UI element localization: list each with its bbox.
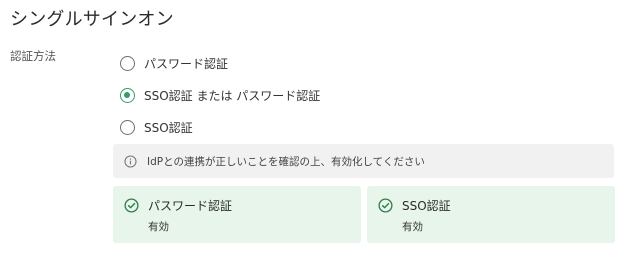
check-circle-icon [378,198,393,213]
status-card-value: 有効 [402,221,423,233]
status-card-title: パスワード認証 [148,199,233,213]
info-text: IdPとの連携が正しいことを確認の上、有効化してください [147,155,425,168]
auth-method-label: 認証方法 [10,49,56,63]
radio-button-selected[interactable] [120,87,135,103]
check-circle-icon [124,198,139,213]
status-card-sso: SSO認証 有効 [367,186,615,243]
radio-button[interactable] [120,119,135,135]
radio-option-password[interactable]: パスワード認証 [120,47,320,79]
radio-button[interactable] [120,55,135,71]
page-title: シングルサインオン [10,9,174,30]
info-banner: IdPとの連携が正しいことを確認の上、有効化してください [113,144,614,178]
radio-option-label: SSO認証 または パスワード認証 [144,88,321,103]
status-card-value: 有効 [148,221,169,233]
radio-option-sso[interactable]: SSO認証 [120,111,320,143]
radio-option-sso-or-password[interactable]: SSO認証 または パスワード認証 [120,79,320,111]
info-icon [124,154,137,168]
status-card-title: SSO認証 [402,199,451,213]
radio-option-label: パスワード認証 [144,56,229,71]
status-card-password: パスワード認証 有効 [113,186,361,243]
auth-method-radio-group: パスワード認証 SSO認証 または パスワード認証 SSO認証 [120,47,320,143]
radio-option-label: SSO認証 [144,120,193,135]
